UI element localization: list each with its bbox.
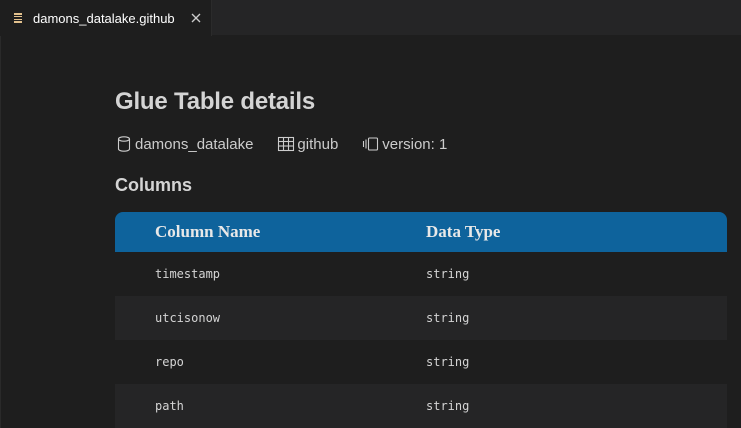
editor-content: Glue Table details damons_datalake githu…: [0, 36, 741, 428]
table-icon: [278, 136, 295, 152]
table-row: path string: [115, 384, 727, 428]
data-type-header: Data Type: [426, 222, 501, 241]
editor-tab[interactable]: damons_datalake.github: [0, 0, 212, 36]
table-header: Column Name Data Type: [115, 212, 727, 252]
table-row: timestamp string: [115, 252, 727, 296]
data-type-cell: string: [426, 267, 470, 281]
editor-tab-bar: damons_datalake.github: [0, 0, 741, 36]
version-label: version: 1: [382, 135, 448, 153]
tab-label: damons_datalake.github: [33, 11, 175, 26]
close-icon[interactable]: [189, 11, 203, 25]
data-type-cell: string: [426, 311, 470, 325]
column-name-cell: timestamp: [155, 267, 221, 281]
database-info: damons_datalake: [115, 135, 253, 153]
version-info: version: 1: [362, 135, 447, 153]
table-row: utcisonow string: [115, 296, 727, 340]
table-row: repo string: [115, 340, 727, 384]
column-name-header: Column Name: [155, 222, 261, 241]
versions-icon: [363, 137, 379, 151]
database-name: damons_datalake: [135, 135, 254, 153]
table-meta: damons_datalake github version: 1: [115, 134, 447, 154]
columns-table: Column Name Data Type timestamp string u…: [115, 212, 727, 428]
column-name-cell: repo: [155, 355, 184, 369]
data-type-cell: string: [426, 355, 470, 369]
table-body: timestamp string utcisonow string repo s…: [115, 252, 727, 428]
columns-heading: Columns: [115, 175, 193, 195]
table-name: github: [297, 135, 339, 153]
column-name-cell: utcisonow: [155, 311, 221, 325]
database-icon: [117, 136, 131, 152]
table-info: github: [277, 135, 338, 153]
column-name-cell: path: [155, 399, 184, 413]
data-type-cell: string: [426, 399, 470, 413]
list-icon: [14, 13, 22, 23]
page-title: Glue Table details: [115, 88, 316, 115]
